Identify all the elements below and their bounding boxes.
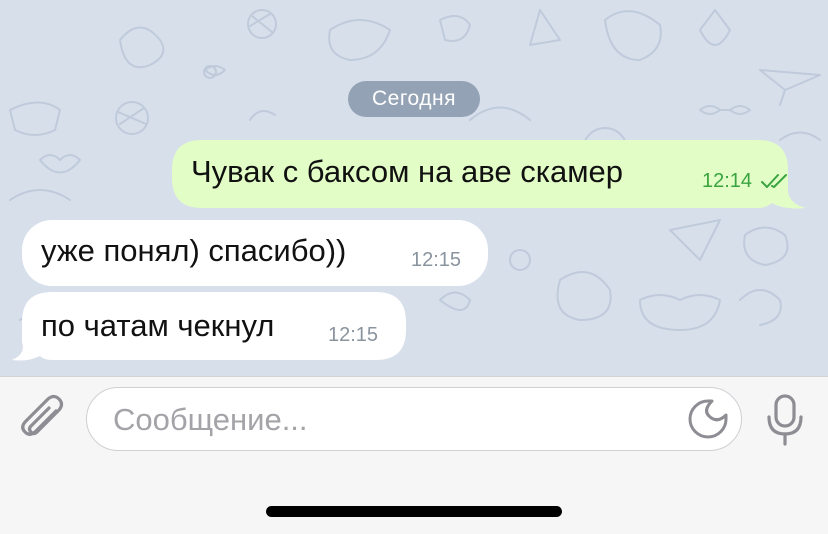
chat-area[interactable]: Сегодня Чувак с баксом на аве скамер 12:… <box>0 0 828 376</box>
message-input[interactable]: Сообщение... <box>86 387 742 451</box>
outgoing-message[interactable]: Чувак с баксом на аве скамер 12:14 <box>172 140 808 210</box>
message-input-placeholder: Сообщение... <box>113 402 308 437</box>
read-checkmarks-icon <box>761 174 787 188</box>
incoming-message[interactable]: по чатам чекнул 12:15 <box>12 292 406 362</box>
home-indicator[interactable] <box>266 506 562 517</box>
message-text: уже понял) спасибо)) <box>41 233 347 268</box>
message-text: Чувак с баксом на аве скамер <box>191 154 623 189</box>
message-time: 12:15 <box>328 324 379 346</box>
paperclip-icon[interactable] <box>18 393 66 447</box>
microphone-icon[interactable] <box>764 393 806 447</box>
message-time: 12:15 <box>411 249 462 271</box>
message-text: по чатам чекнул <box>41 308 275 343</box>
message-time: 12:14 <box>702 170 753 192</box>
incoming-message[interactable]: уже понял) спасибо)) 12:15 <box>22 220 488 286</box>
date-separator: Сегодня <box>348 81 480 117</box>
sticker-icon[interactable] <box>687 398 729 440</box>
